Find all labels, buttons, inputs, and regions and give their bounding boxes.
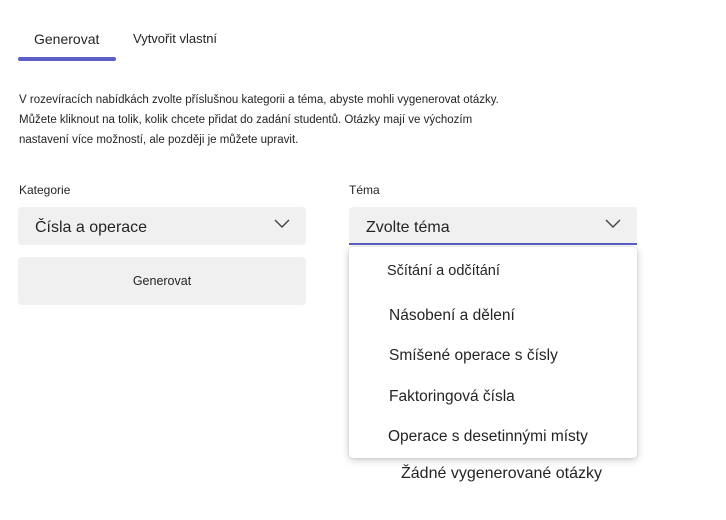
empty-state-text: Žádné vygenerované otázky [401,465,603,482]
topic-option-smisene-operace[interactable]: Smíšené operace s čísly [389,347,558,365]
category-label: Kategorie [19,183,71,197]
selected-tab-indicator [18,57,116,61]
generate-button[interactable]: Generovat [18,257,306,305]
topic-placeholder: Zvolte téma [366,219,450,236]
category-selected-value: Čísla a operace [35,219,148,236]
topic-option-faktoringova-cisla[interactable]: Faktoringová čísla [389,388,515,406]
tab-bar: Generovat Vytvořit vlastní [18,22,278,62]
tab-vytvorit-vlastni[interactable]: Vytvořit vlastní [133,31,217,46]
topic-option-nasobeni-a-deleni[interactable]: Násobení a dělení [389,307,515,325]
topic-option-scitani-a-odcitani[interactable]: Sčítání a odčítání [387,263,500,279]
instructions-line-1: V rozevíracích nabídkách zvolte příslušn… [19,94,499,106]
instructions-line-2: Můžete kliknout na tolik, kolik chcete p… [19,114,473,126]
topic-dropdown[interactable]: Zvolte téma [349,207,637,245]
topic-option-operace-s-desetinnymi-misty[interactable]: Operace s desetinnými místy [388,428,588,446]
chevron-down-icon [605,219,621,228]
topic-options-listbox: Sčítání a odčítání Násobení a dělení Smí… [349,247,637,458]
category-dropdown[interactable]: Čísla a operace [18,207,306,245]
chevron-down-icon [274,219,290,228]
topic-label: Téma [349,183,380,197]
instructions-text: V rozevíracích nabídkách zvolte příslušn… [19,90,539,150]
instructions-line-3: nastavení více možností, ale později je … [19,134,299,146]
tab-generovat[interactable]: Generovat [34,31,99,47]
